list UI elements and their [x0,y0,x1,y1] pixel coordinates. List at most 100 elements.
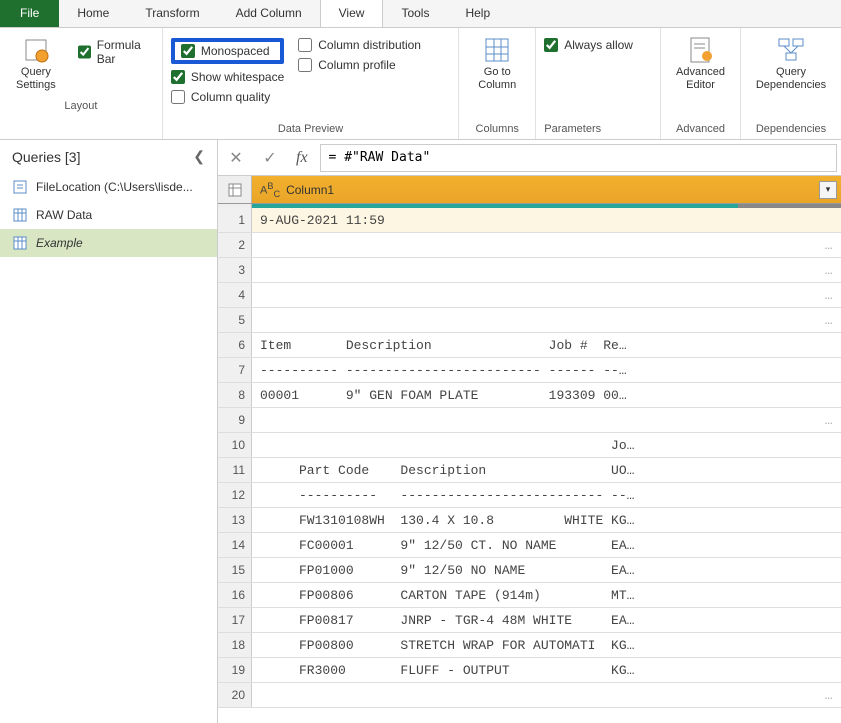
table-row[interactable]: 4… [218,283,841,308]
layout-group-label: Layout [8,96,154,112]
cell[interactable]: … [252,408,841,432]
cell[interactable]: FR3000 FLUFF - OUTPUT KG… [252,658,841,682]
row-number[interactable]: 5 [218,308,252,332]
show-whitespace-label: Show whitespace [191,70,284,84]
cell[interactable]: … [252,283,841,307]
row-number[interactable]: 8 [218,383,252,407]
table-row[interactable]: 9… [218,408,841,433]
row-number[interactable]: 12 [218,483,252,507]
row-number[interactable]: 13 [218,508,252,532]
row-number[interactable]: 7 [218,358,252,382]
table-row[interactable]: 17 FP00817 JNRP - TGR-4 48M WHITE EA… [218,608,841,633]
cell[interactable]: 00001 9" GEN FOAM PLATE 193309 00… [252,383,841,407]
cell[interactable]: … [252,683,841,707]
row-number[interactable]: 20 [218,683,252,707]
fx-icon[interactable]: fx [290,149,314,167]
monospaced-checkbox[interactable]: Monospaced [181,44,274,58]
column-quality-checkbox[interactable]: Column quality [171,90,284,104]
table-row[interactable]: 2… [218,233,841,258]
table-row[interactable]: 800001 9" GEN FOAM PLATE 193309 00… [218,383,841,408]
column-distribution-checkbox-input[interactable] [298,38,312,52]
tab-home[interactable]: Home [59,0,127,27]
row-number[interactable]: 17 [218,608,252,632]
tab-tools[interactable]: Tools [383,0,447,27]
row-number[interactable]: 2 [218,233,252,257]
row-number[interactable]: 1 [218,208,252,232]
query-item-example[interactable]: Example [0,229,217,257]
column-distribution-checkbox[interactable]: Column distribution [298,38,421,52]
query-dependencies-button[interactable]: Query Dependencies [748,32,834,119]
cell[interactable]: FC00001 9" 12/50 CT. NO NAME EA… [252,533,841,557]
cell[interactable]: Item Description Job # Re… [252,333,841,357]
query-item-rawdata[interactable]: RAW Data [0,201,217,229]
row-number[interactable]: 14 [218,533,252,557]
table-row[interactable]: 15 FP01000 9" 12/50 NO NAME EA… [218,558,841,583]
cell[interactable]: … [252,308,841,332]
cell[interactable]: FP00800 STRETCH WRAP FOR AUTOMATI KG… [252,633,841,657]
row-number[interactable]: 19 [218,658,252,682]
row-number[interactable]: 4 [218,283,252,307]
table-row[interactable]: 12 ---------- --------------------------… [218,483,841,508]
column-quality-checkbox-input[interactable] [171,90,185,104]
column-distribution-label: Column distribution [318,38,421,52]
row-number[interactable]: 3 [218,258,252,282]
table-row[interactable]: 14 FC00001 9" 12/50 CT. NO NAME EA… [218,533,841,558]
monospaced-checkbox-input[interactable] [181,44,195,58]
cell[interactable]: … [252,233,841,257]
table-row[interactable]: 20… [218,683,841,708]
table-row[interactable]: 10 Jo… [218,433,841,458]
cell[interactable]: … [252,258,841,282]
table-row[interactable]: 13 FW1310108WH 130.4 X 10.8 WHITE KG… [218,508,841,533]
queries-title: Queries [3] [12,149,80,165]
collapse-queries-icon[interactable]: ❮ [193,148,205,165]
cell[interactable]: Part Code Description UO… [252,458,841,482]
table-row[interactable]: 5… [218,308,841,333]
cell[interactable]: FW1310108WH 130.4 X 10.8 WHITE KG… [252,508,841,532]
table-row[interactable]: 6Item Description Job # Re… [218,333,841,358]
show-whitespace-checkbox[interactable]: Show whitespace [171,70,284,84]
cell[interactable]: FP00817 JNRP - TGR-4 48M WHITE EA… [252,608,841,632]
row-number[interactable]: 9 [218,408,252,432]
row-number[interactable]: 16 [218,583,252,607]
column-profile-checkbox[interactable]: Column profile [298,58,421,72]
tab-view[interactable]: View [320,0,384,27]
table-row[interactable]: 7---------- ------------------------- --… [218,358,841,383]
show-whitespace-checkbox-input[interactable] [171,70,185,84]
cancel-formula-icon[interactable]: ✕ [222,144,250,172]
formula-bar-checkbox[interactable]: Formula Bar [78,38,154,66]
table-row[interactable]: 16 FP00806 CARTON TAPE (914m) MT… [218,583,841,608]
cell[interactable]: 9-AUG-2021 11:59 [252,208,841,232]
table-row[interactable]: 18 FP00800 STRETCH WRAP FOR AUTOMATI KG… [218,633,841,658]
table-row[interactable]: 3… [218,258,841,283]
accept-formula-icon[interactable]: ✓ [256,144,284,172]
table-row[interactable]: 19 FR3000 FLUFF - OUTPUT KG… [218,658,841,683]
table-row[interactable]: 19-AUG-2021 11:59 [218,208,841,233]
row-number[interactable]: 15 [218,558,252,582]
row-number[interactable]: 11 [218,458,252,482]
column-profile-checkbox-input[interactable] [298,58,312,72]
row-number[interactable]: 18 [218,633,252,657]
formula-input[interactable] [320,144,837,172]
cell[interactable]: ---------- -------------------------- --… [252,483,841,507]
column-header-column1[interactable]: ABC Column1 ▾ [252,176,841,203]
always-allow-checkbox[interactable]: Always allow [544,38,633,52]
always-allow-checkbox-input[interactable] [544,38,558,52]
formula-bar-checkbox-input[interactable] [78,45,91,59]
row-number[interactable]: 10 [218,433,252,457]
row-number[interactable]: 6 [218,333,252,357]
column-filter-dropdown[interactable]: ▾ [819,181,837,199]
tab-help[interactable]: Help [447,0,508,27]
cell[interactable]: ---------- ------------------------- ---… [252,358,841,382]
select-all-corner[interactable] [218,176,252,203]
tab-transform[interactable]: Transform [127,0,217,27]
tab-file[interactable]: File [0,0,59,27]
advanced-editor-button[interactable]: Advanced Editor [668,32,733,119]
cell[interactable]: FP01000 9" 12/50 NO NAME EA… [252,558,841,582]
table-row[interactable]: 11 Part Code Description UO… [218,458,841,483]
cell[interactable]: Jo… [252,433,841,457]
query-settings-button[interactable]: Query Settings [8,32,64,96]
tab-add-column[interactable]: Add Column [218,0,320,27]
go-to-column-button[interactable]: Go to Column [470,32,524,119]
query-item-filelocation[interactable]: FileLocation (C:\Users\lisde... [0,173,217,201]
cell[interactable]: FP00806 CARTON TAPE (914m) MT… [252,583,841,607]
